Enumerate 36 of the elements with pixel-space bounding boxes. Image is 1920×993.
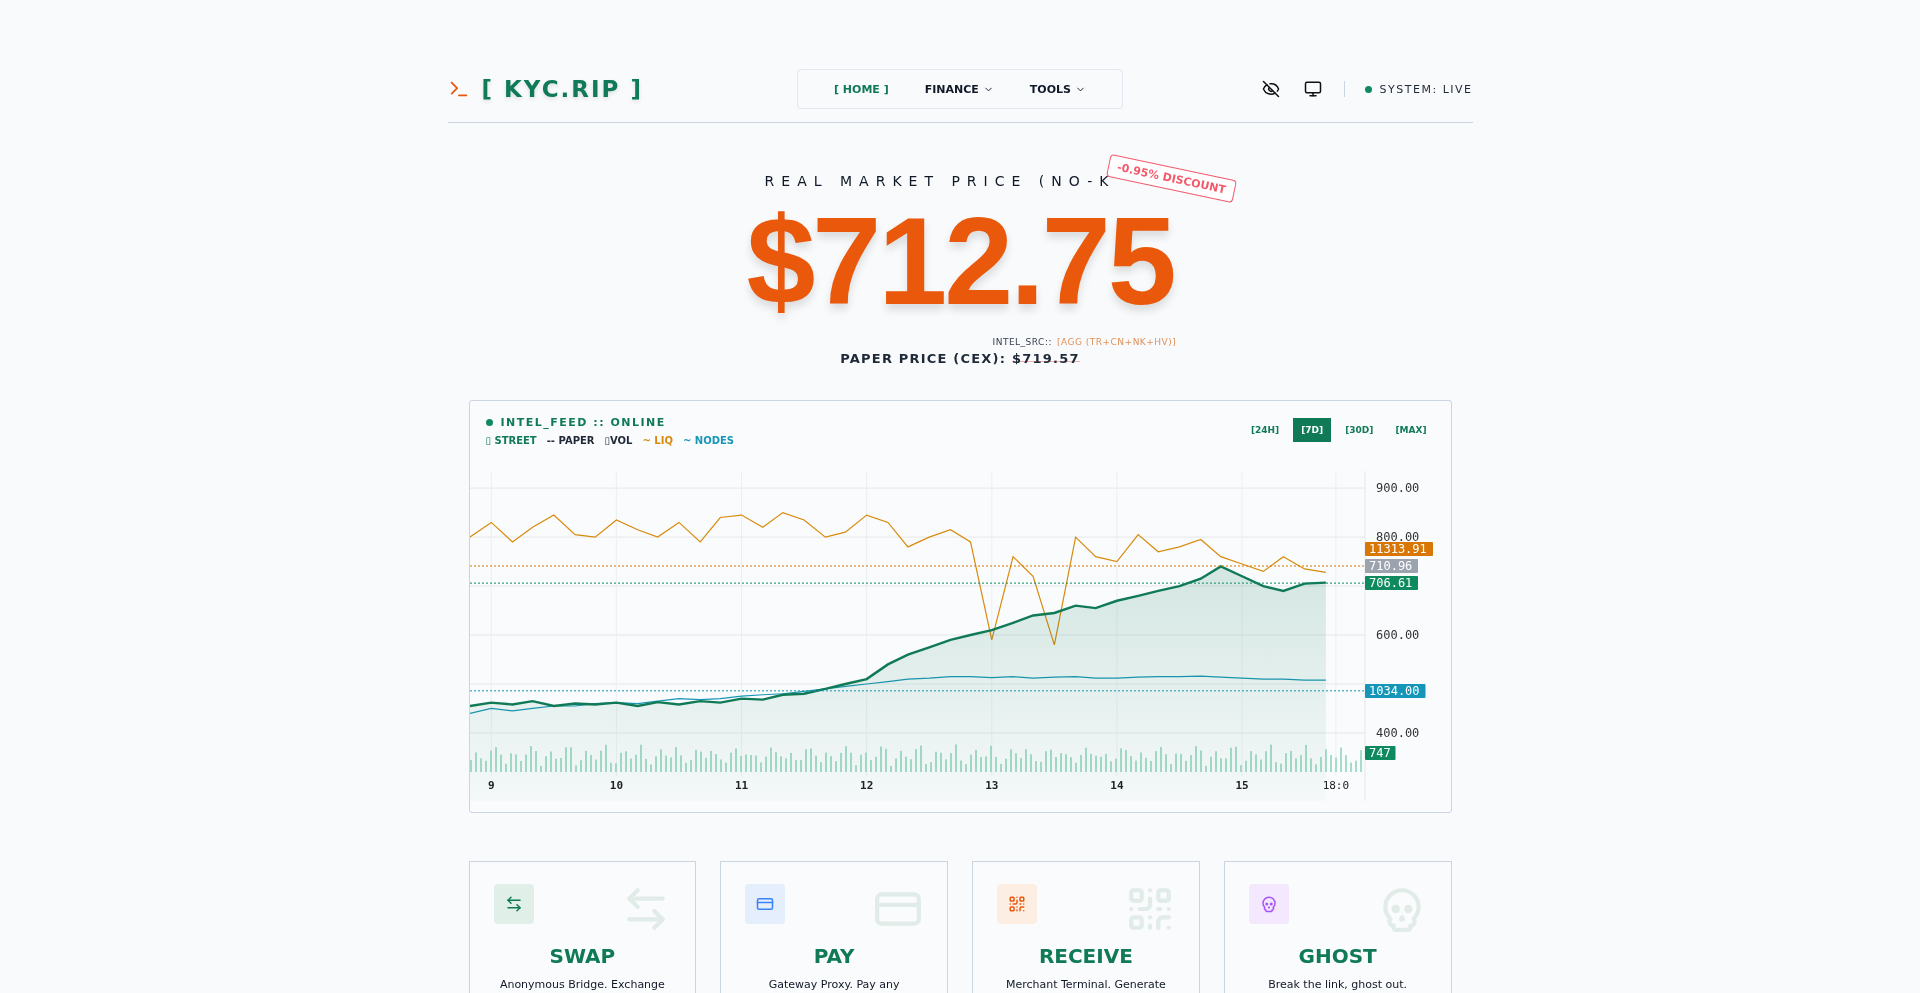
card-text: Anonymous Bridge. Exchange <box>499 978 665 991</box>
axis-label: 400.00 <box>1375 725 1419 740</box>
price-tag: 11313.91 <box>1364 542 1433 556</box>
price-tag: 1034.00 <box>1364 684 1425 698</box>
price-tag: 747 <box>1364 746 1395 760</box>
price-tag: 710.96 <box>1364 559 1418 573</box>
legend-item: ▯ STREET <box>485 435 537 446</box>
axis-label: 15 <box>1234 779 1249 792</box>
legend-item: ~ LIQ <box>642 435 673 446</box>
axis-label: 12 <box>859 779 873 792</box>
card-text: Merchant Terminal. Generate <box>1005 978 1166 991</box>
axis-label: 11 <box>734 779 748 792</box>
card-text: Break the link, ghost out. <box>1268 978 1408 991</box>
card-title: GHOST <box>1298 944 1377 968</box>
card-text: Gateway Proxy. Pay any <box>768 978 900 991</box>
legend-item: -- PAPER <box>546 435 595 446</box>
axis-label: 18:0 <box>1322 779 1349 792</box>
price-tag: 706.61 <box>1364 576 1418 590</box>
axis-label: 600.00 <box>1375 628 1419 642</box>
source-value: [AGG (TR+CN+NK+HV)] <box>1056 337 1177 347</box>
axis-label: 13 <box>984 779 998 792</box>
axis-label: 14 <box>1109 779 1124 792</box>
paper-value: $719.57 <box>1012 351 1080 366</box>
axis-label: 900.00 <box>1375 481 1419 496</box>
axis-label: 9 <box>487 779 495 792</box>
paper-label: PAPER PRICE (CEX): <box>840 351 1007 366</box>
legend-item: ~ NODES <box>682 435 734 446</box>
feed-title: INTEL_FEED :: ONLINE <box>500 416 666 429</box>
legend-item: ▯VOL <box>604 435 633 446</box>
card-title: RECEIVE <box>1038 944 1133 968</box>
axis-label: 800.00 <box>1375 530 1419 545</box>
card-title: PAY <box>813 944 855 968</box>
status-text: SYSTEM: LIVE <box>1379 82 1473 96</box>
source-label: INTEL_SRC:: <box>992 337 1052 347</box>
axis-label: 10 <box>609 779 623 792</box>
card-title: SWAP <box>549 944 616 968</box>
